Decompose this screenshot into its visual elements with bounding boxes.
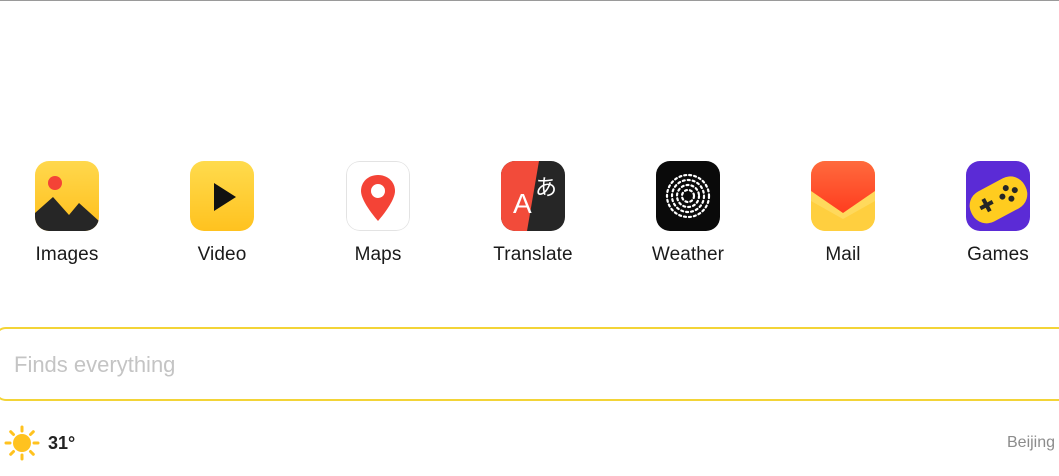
weather-widget[interactable]: 31° bbox=[4, 425, 75, 461]
sun-icon bbox=[4, 425, 40, 461]
service-video[interactable]: Video bbox=[162, 161, 282, 266]
service-translate[interactable]: A あ Translate bbox=[473, 161, 593, 266]
svg-text:あ: あ bbox=[535, 176, 557, 201]
service-weather[interactable]: Weather bbox=[628, 161, 748, 266]
temperature: 31° bbox=[48, 432, 76, 453]
service-label: Mail bbox=[825, 244, 861, 265]
svg-text:A: A bbox=[513, 188, 532, 219]
service-games[interactable]: Games bbox=[938, 161, 1058, 266]
images-icon bbox=[35, 161, 99, 231]
search-box bbox=[0, 327, 1059, 401]
service-images[interactable]: Images bbox=[7, 161, 127, 266]
mail-envelope-icon bbox=[811, 161, 875, 231]
service-label: Video bbox=[197, 244, 247, 265]
service-label: Translate bbox=[493, 244, 573, 265]
service-mail[interactable]: Mail bbox=[783, 161, 903, 266]
service-maps[interactable]: Maps bbox=[318, 161, 438, 266]
home-page: Images Video Maps A あ Translate Weather … bbox=[0, 0, 1059, 476]
service-label: Weather bbox=[651, 244, 725, 265]
service-label: Games bbox=[967, 244, 1029, 265]
weather-swirl-icon bbox=[656, 161, 720, 231]
map-pin-icon bbox=[346, 161, 410, 231]
service-label: Maps bbox=[354, 244, 402, 265]
service-label: Images bbox=[35, 244, 99, 265]
services-bar: Images Video Maps A あ Translate Weather … bbox=[0, 161, 1059, 281]
translate-icon: A あ bbox=[501, 161, 565, 231]
video-play-icon bbox=[190, 161, 254, 231]
city-name[interactable]: Beijing bbox=[1007, 434, 1055, 452]
search-input[interactable] bbox=[12, 341, 916, 389]
gamepad-icon bbox=[966, 161, 1030, 231]
